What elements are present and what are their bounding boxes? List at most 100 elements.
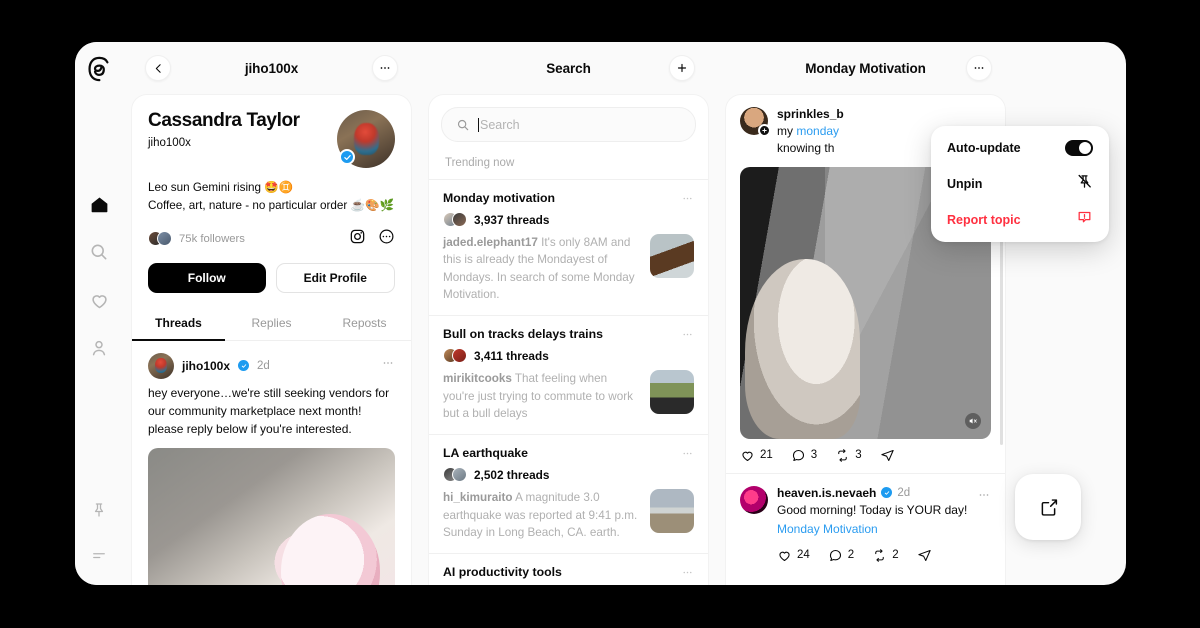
repost-icon: [875, 548, 884, 562]
menu-item-unpin[interactable]: Unpin: [931, 166, 1109, 202]
post-text: hey everyone…we're still seeking vendors…: [148, 385, 390, 436]
search-column-title: Search: [546, 60, 591, 76]
menu-item-report-topic[interactable]: Report topic: [931, 202, 1109, 238]
like-button[interactable]: 21: [740, 448, 773, 463]
search-input[interactable]: Search: [441, 107, 696, 142]
post-time: 2d: [897, 486, 911, 499]
menu-lines-icon[interactable]: [84, 541, 114, 571]
trend-thread-count: 3,411 threads: [474, 348, 549, 363]
reply-button[interactable]: 3: [791, 448, 817, 463]
auto-update-toggle[interactable]: [1065, 140, 1093, 156]
sidebar-item-profile[interactable]: [84, 333, 114, 363]
pin-icon[interactable]: [84, 495, 114, 525]
profile-tabs: Threads Replies Reposts: [132, 307, 411, 341]
back-arrow-icon[interactable]: [145, 55, 171, 81]
trend-more-icon[interactable]: [681, 192, 694, 210]
avatar[interactable]: [337, 110, 395, 168]
like-button[interactable]: 24: [777, 548, 810, 563]
repost-button[interactable]: 2: [872, 548, 899, 563]
share-icon: [880, 449, 894, 461]
heart-icon: [742, 451, 753, 461]
trend-more-icon[interactable]: [681, 328, 694, 346]
tab-replies[interactable]: Replies: [225, 307, 318, 340]
post-actions: 24 2 2: [777, 548, 991, 563]
post-more-icon[interactable]: [381, 356, 395, 375]
menu-item-auto-update[interactable]: Auto-update: [931, 130, 1109, 166]
topic-column-title: Monday Motivation: [805, 60, 926, 76]
compose-button[interactable]: [1015, 474, 1081, 540]
profile-card: Cassandra Taylor jiho100x Leo sun Gemini…: [131, 94, 412, 585]
threads-logo-icon[interactable]: [85, 55, 113, 83]
trend-thumbnail[interactable]: [650, 370, 694, 415]
sidebar-item-home[interactable]: [84, 189, 114, 219]
repost-button[interactable]: 3: [835, 448, 862, 463]
trending-item[interactable]: AI productivity tools 1,142 threads: [429, 553, 708, 585]
profile-bio-line-1: Leo sun Gemini rising 🤩♊: [148, 181, 294, 194]
instagram-icon[interactable]: [349, 228, 366, 250]
trending-item[interactable]: Bull on tracks delays trains 3,411 threa…: [429, 315, 708, 434]
post-verified-icon: [238, 360, 250, 372]
post-topic-link[interactable]: monday: [796, 124, 839, 138]
repost-count: 2: [892, 549, 899, 562]
profile-action-buttons: Follow Edit Profile: [132, 250, 411, 307]
like-count: 24: [797, 549, 810, 562]
profile-header-block: Cassandra Taylor jiho100x Leo sun Gemini…: [132, 95, 411, 250]
edit-profile-button[interactable]: Edit Profile: [275, 262, 395, 293]
trend-thumbnail[interactable]: [650, 234, 694, 278]
sidebar-item-activity[interactable]: [84, 285, 114, 315]
post-author: jiho100x: [182, 358, 231, 373]
left-sidebar: [75, 42, 123, 585]
tab-threads[interactable]: Threads: [132, 307, 225, 341]
verified-badge-icon: [339, 149, 355, 165]
share-button[interactable]: [880, 448, 895, 463]
follower-avatars: [148, 231, 172, 247]
trend-avatars: [443, 212, 467, 227]
plus-icon[interactable]: [669, 55, 695, 81]
profile-handle: jiho100x: [148, 136, 191, 149]
trend-more-icon[interactable]: [681, 566, 694, 584]
mute-icon[interactable]: [965, 412, 981, 429]
comment-icon: [792, 449, 804, 461]
trend-more-icon[interactable]: [681, 447, 694, 465]
trend-thread-count: 3,937 threads: [474, 212, 550, 227]
trend-snippet: hi_kimuraito A magnitude 3.0 earthquake …: [443, 491, 638, 539]
sidebar-nav: [84, 189, 114, 363]
follow-plus-icon[interactable]: [758, 124, 771, 137]
profile-header-more-icon[interactable]: [372, 55, 398, 81]
trend-title: Bull on tracks delays trains: [443, 327, 603, 342]
pin-off-icon: [1076, 173, 1093, 195]
trend-title: AI productivity tools: [443, 565, 562, 580]
topic-header-more-icon[interactable]: [966, 55, 992, 81]
reply-button[interactable]: 2: [828, 548, 854, 563]
post-avatar[interactable]: [740, 107, 771, 137]
sidebar-item-search[interactable]: [84, 237, 114, 267]
profile-more-circle-icon[interactable]: [378, 228, 395, 250]
page-background: jiho100x Cassandra Taylor jiho100x Leo s…: [0, 0, 1200, 628]
report-icon: [1076, 209, 1093, 231]
trend-thumbnail[interactable]: [650, 489, 694, 534]
post-actions: 21 3 3: [740, 448, 991, 463]
heart-icon: [779, 551, 790, 561]
post-avatar[interactable]: [148, 352, 174, 379]
reply-count: 2: [847, 549, 855, 562]
profile-bio-line-2: Coffee, art, nature - no particular orde…: [148, 198, 395, 212]
trending-item[interactable]: LA earthquake 2,502 threads hi_kimuraito…: [429, 434, 708, 553]
post-author: sprinkles_b: [777, 107, 844, 121]
post-media-image[interactable]: [148, 447, 395, 585]
trending-item[interactable]: Monday motivation 3,937 threads jaded.el…: [429, 179, 708, 315]
post-author: heaven.is.nevaeh: [777, 485, 877, 500]
followers-row[interactable]: 75k followers: [148, 231, 245, 247]
share-button[interactable]: [917, 548, 932, 563]
search-column: Search Search Trending now Monday motiva…: [420, 42, 717, 585]
topic-column: Monday Motivation sprinkles_b my monday …: [717, 42, 1014, 585]
post-topic-link[interactable]: Monday Motivation: [777, 521, 991, 538]
like-count: 21: [760, 449, 773, 462]
post-more-icon[interactable]: [977, 488, 991, 507]
topic-options-menu: Auto-update Unpin Report topic: [931, 126, 1109, 242]
post-avatar[interactable]: [740, 485, 768, 514]
tab-reposts[interactable]: Reposts: [318, 307, 411, 340]
scrollbar[interactable]: [1000, 215, 1003, 445]
follow-button[interactable]: Follow: [148, 262, 266, 293]
app-window: jiho100x Cassandra Taylor jiho100x Leo s…: [75, 42, 1126, 585]
search-icon: [457, 119, 469, 130]
